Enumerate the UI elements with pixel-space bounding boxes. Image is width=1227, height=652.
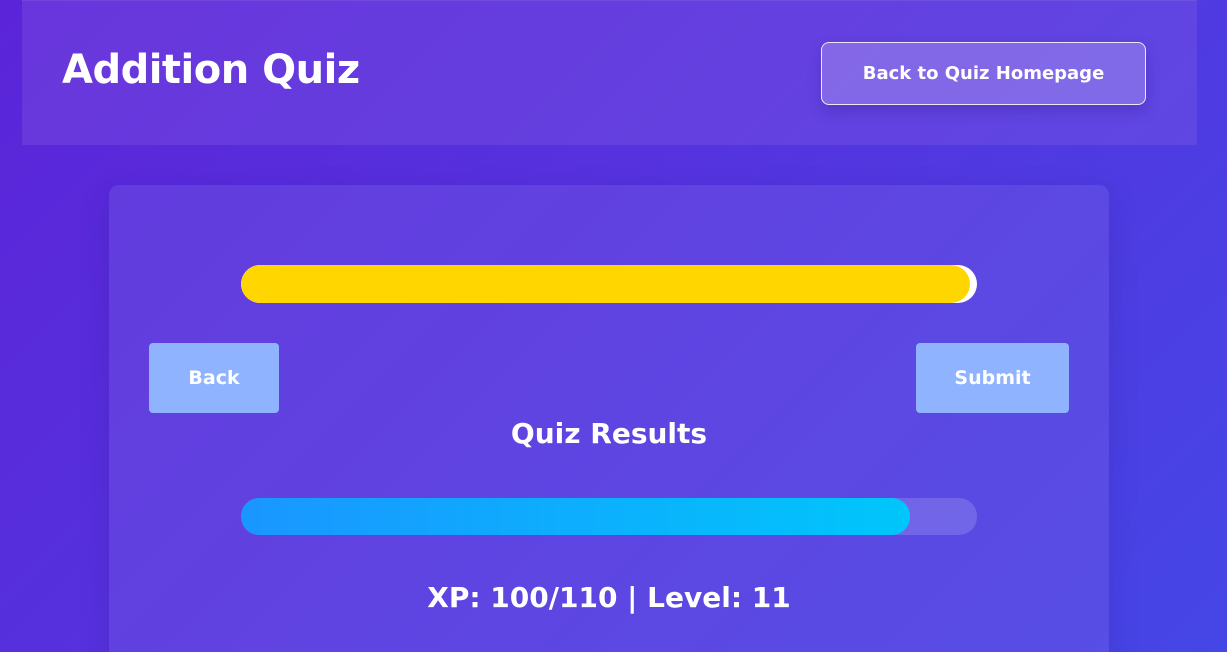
back-button[interactable]: Back (149, 343, 279, 413)
back-to-homepage-button[interactable]: Back to Quiz Homepage (821, 42, 1146, 105)
xp-progress-fill (241, 498, 911, 535)
quiz-card: Back Submit Quiz Results XP: 100/110 | L… (109, 185, 1109, 652)
xp-level-text: XP: 100/110 | Level: 11 (427, 581, 791, 614)
results-title: Quiz Results (510, 417, 708, 450)
submit-button[interactable]: Submit (916, 343, 1069, 413)
quiz-progress-fill (241, 265, 970, 303)
page-title: Addition Quiz (62, 47, 360, 93)
app-header: Addition Quiz Back to Quiz Homepage (22, 0, 1197, 145)
quiz-progress-bar (241, 265, 977, 303)
xp-progress-bar (241, 498, 977, 535)
